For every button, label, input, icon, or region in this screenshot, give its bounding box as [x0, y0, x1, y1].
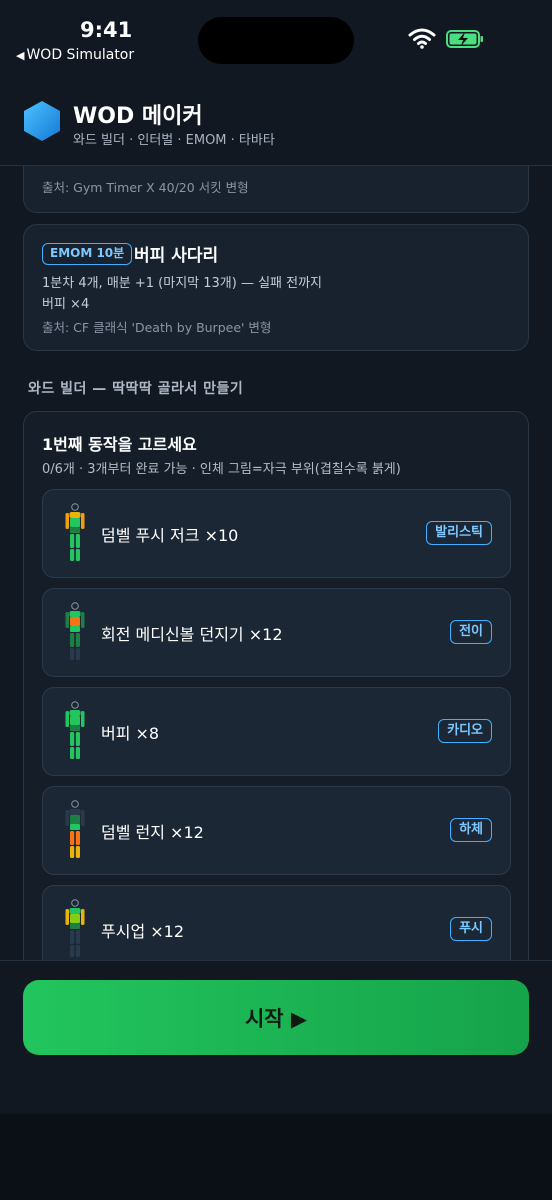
workout-source: 출처: CF 클래식 'Death by Burpee' 변형	[42, 320, 272, 335]
movement-label: 덤벨 푸시 저크 ×10	[101, 526, 239, 545]
movement-option-dumbbell-lunge[interactable]: 덤벨 런지 ×12 하체	[42, 786, 511, 875]
body-legs-icon	[65, 800, 85, 858]
movement-tag: 하체	[450, 818, 492, 842]
app-subtitle: 와드 빌더 · 인터벌 · EMOM · 타바타	[73, 133, 275, 148]
movement-option-med-ball-throw[interactable]: 회전 메디신볼 던지기 ×12 전이	[42, 588, 511, 677]
main-scroll-area[interactable]: 출처: Gym Timer X 40/20 서킷 변형 EMOM 10분 버피 …	[0, 166, 552, 960]
back-triangle-icon: ◀	[16, 49, 25, 62]
wifi-icon	[408, 28, 436, 49]
back-to-app-link[interactable]: ◀ WOD Simulator	[16, 47, 134, 63]
body-full-icon	[65, 701, 85, 759]
wod-builder-panel: 1번째 동작을 고르세요 0/6개 · 3개부터 완료 가능 · 인체 그림=자…	[23, 411, 529, 960]
movement-option-dumbbell-push-jerk[interactable]: 덤벨 푸시 저크 ×10 발리스틱	[42, 489, 511, 578]
movement-label: 푸시업 ×12	[101, 922, 185, 941]
body-shoulders-arms-icon	[65, 503, 85, 561]
movement-label: 덤벨 런지 ×12	[101, 823, 204, 842]
workout-card[interactable]: 출처: Gym Timer X 40/20 서킷 변형	[23, 166, 529, 213]
movement-tag: 전이	[450, 620, 492, 644]
workout-description: 1분차 4개, 매분 +1 (마지막 13개) — 실패 전까지	[42, 276, 323, 291]
bottom-action-bar: 시작 ▶	[0, 960, 552, 1114]
body-core-icon	[65, 602, 85, 660]
dynamic-island	[198, 17, 354, 64]
movement-option-pushup[interactable]: 푸시업 ×12 푸시	[42, 885, 511, 960]
app-screen: 9:41 ◀ WOD Simulator WOD 메이커 와드 빌더 · 인터벌…	[0, 0, 552, 1114]
builder-subtitle: 0/6개 · 3개부터 완료 가능 · 인체 그림=자극 부위(겹칠수록 붉게)	[42, 462, 401, 477]
battery-charging-icon	[446, 30, 483, 48]
builder-title: 1번째 동작을 고르세요	[42, 435, 197, 454]
workout-card-burpee-ladder[interactable]: EMOM 10분 버피 사다리 1분차 4개, 매분 +1 (마지막 13개) …	[23, 224, 529, 351]
status-bar: 9:41 ◀ WOD Simulator	[0, 0, 552, 78]
movement-tag: 푸시	[450, 917, 492, 941]
emom-badge: EMOM 10분	[42, 243, 133, 265]
movement-tag: 카디오	[438, 719, 492, 743]
workout-movement: 버피 ×4	[42, 297, 90, 312]
movement-label: 버피 ×8	[101, 724, 160, 743]
workout-source: 출처: Gym Timer X 40/20 서킷 변형	[42, 180, 249, 195]
status-time: 9:41	[80, 18, 133, 42]
builder-section-title: 와드 빌더 — 딱딱딱 골라서 만들기	[28, 381, 244, 397]
workout-title: 버피 사다리	[134, 246, 219, 266]
hexagon-logo-icon	[24, 101, 60, 141]
app-header: WOD 메이커 와드 빌더 · 인터벌 · EMOM · 타바타	[0, 78, 552, 166]
body-chest-icon	[65, 899, 85, 957]
movement-tag: 발리스틱	[426, 521, 492, 545]
back-app-label: WOD Simulator	[26, 47, 135, 63]
app-title: WOD 메이커	[73, 104, 203, 129]
start-button[interactable]: 시작 ▶	[23, 980, 529, 1055]
movement-label: 회전 메디신볼 던지기 ×12	[101, 625, 283, 644]
movement-option-burpee[interactable]: 버피 ×8 카디오	[42, 687, 511, 776]
bottom-safe-area	[0, 1114, 552, 1200]
